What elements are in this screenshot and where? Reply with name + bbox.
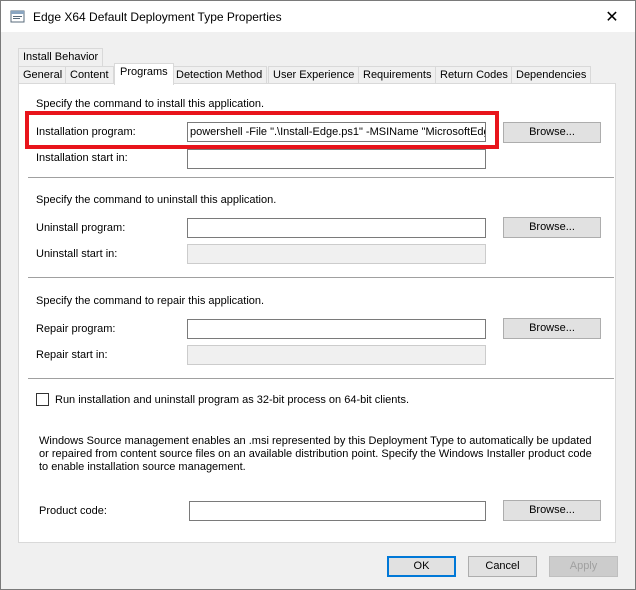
run-32bit-checkbox[interactable] [36,393,49,406]
product-code-browse-button[interactable]: Browse... [503,500,601,521]
divider [28,177,614,179]
repair-browse-button[interactable]: Browse... [503,318,601,339]
close-icon[interactable]: ✕ [589,1,635,32]
apply-button[interactable]: Apply [549,556,618,577]
repair-start-in-label: Repair start in: [36,349,108,361]
uninstall-start-in-label: Uninstall start in: [36,248,118,260]
product-code-input[interactable] [189,501,486,521]
uninstall-heading: Specify the command to uninstall this ap… [36,194,277,206]
repair-start-in-input [187,345,486,365]
tab-programs[interactable]: Programs [114,63,174,85]
cancel-button[interactable]: Cancel [468,556,537,577]
uninstall-program-label: Uninstall program: [36,222,126,234]
highlight-annotation-box [25,111,499,149]
tab-general[interactable]: General [18,66,68,84]
tab-install-behavior[interactable]: Install Behavior [18,48,104,66]
window-title: Edge X64 Default Deployment Type Propert… [33,10,282,24]
uninstall-program-input[interactable] [187,218,486,238]
uninstall-start-in-input [187,244,486,264]
installation-browse-button[interactable]: Browse... [503,122,601,143]
product-code-label: Product code: [39,505,107,517]
tab-requirements[interactable]: Requirements [358,66,437,84]
repair-program-input[interactable] [187,319,486,339]
divider [28,378,614,380]
app-icon [10,9,25,24]
title-bar: Edge X64 Default Deployment Type Propert… [1,1,635,32]
installation-start-in-label: Installation start in: [36,152,128,164]
tab-user-experience[interactable]: User Experience [268,66,360,84]
tab-dependencies[interactable]: Dependencies [511,66,592,84]
ok-button[interactable]: OK [387,556,456,577]
source-management-description: Windows Source management enables an .ms… [39,435,592,473]
repair-heading: Specify the command to repair this appli… [36,295,265,307]
repair-program-label: Repair program: [36,323,116,335]
dialog-window: Edge X64 Default Deployment Type Propert… [0,0,636,590]
tab-detection-method[interactable]: Detection Method [171,66,268,84]
run-32bit-label: Run installation and uninstall program a… [55,394,410,406]
installation-start-in-input[interactable] [187,149,486,169]
divider [28,277,614,279]
install-heading: Specify the command to install this appl… [36,98,265,110]
uninstall-browse-button[interactable]: Browse... [503,217,601,238]
tab-return-codes[interactable]: Return Codes [435,66,513,84]
tab-content[interactable]: Content [65,66,114,84]
